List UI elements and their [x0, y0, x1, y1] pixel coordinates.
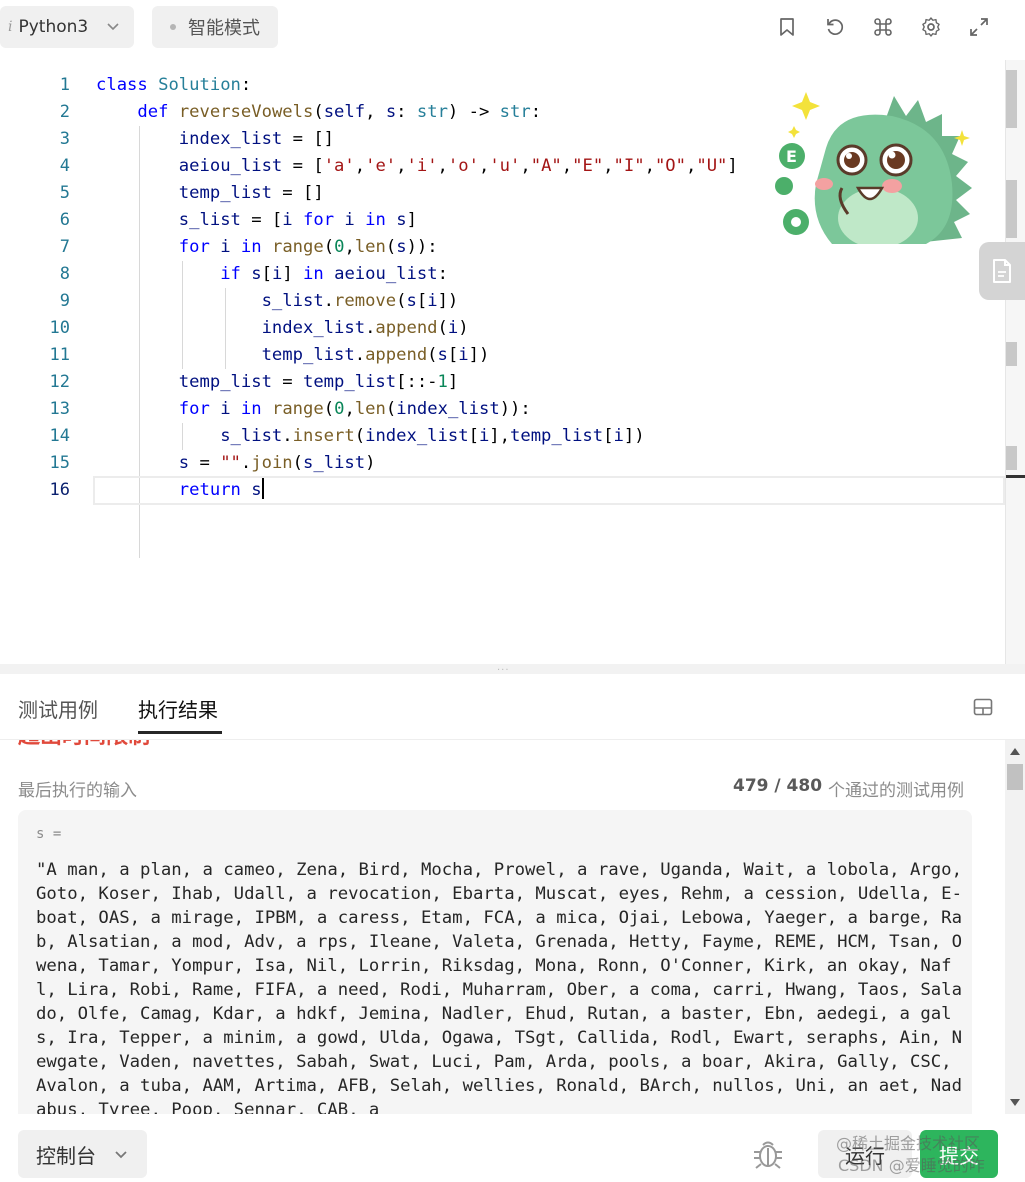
- line-number: 1: [59, 75, 70, 95]
- scrollbar-thumb[interactable]: [1007, 764, 1023, 790]
- notes-side-tab[interactable]: [979, 242, 1025, 300]
- line-number-gutter: 1 2 3 4 5 6 7 8 9 10 11 12 13 14 15 16: [0, 72, 70, 504]
- line-number: 15: [49, 453, 70, 473]
- active-tab-indicator: [138, 731, 222, 734]
- last-input-label: 最后执行的输入: [18, 781, 137, 801]
- line-number: 11: [49, 345, 70, 365]
- bookmark-icon[interactable]: [774, 14, 800, 40]
- status-title-clipped: 超出时间限制: [18, 740, 218, 748]
- overview-mark: [1006, 342, 1017, 366]
- result-content: 超出时间限制 最后执行的输入 479 / 480 个通过的测试用例 s = "A…: [0, 740, 1005, 1114]
- watermark-juejin: @稀土掘金技术社区: [836, 1134, 981, 1153]
- text-caret: [261, 477, 264, 499]
- code-line: temp_list.append(s[i]): [261, 345, 490, 365]
- settings-icon[interactable]: [918, 14, 944, 40]
- dinosaur-sticker-icon: E: [775, 92, 972, 244]
- line-number: 7: [59, 237, 70, 257]
- status-title: 超出时间限制: [18, 740, 218, 748]
- line-number: 13: [49, 399, 70, 419]
- console-button[interactable]: 控制台: [18, 1130, 147, 1178]
- passed-count: 479 / 480: [733, 776, 823, 796]
- line-number: 8: [59, 264, 70, 284]
- overview-mark: [1006, 446, 1017, 470]
- line-number: 12: [49, 372, 70, 392]
- line-number: 6: [59, 210, 70, 230]
- result-scrollbar[interactable]: [1005, 740, 1025, 1114]
- line-number: 16: [49, 480, 70, 500]
- reset-icon[interactable]: [822, 14, 848, 40]
- passed-label: 个通过的测试用例: [828, 781, 964, 801]
- language-select[interactable]: i Python3: [0, 6, 134, 48]
- code-line-active: return s: [93, 476, 1005, 505]
- chevron-down-icon: [115, 1151, 127, 1159]
- editor-toolbar: i Python3 智能模式: [0, 0, 1025, 56]
- code-line: for i in range(0,len(index_list)):: [178, 399, 531, 419]
- code-line: s = "".join(s_list): [178, 453, 376, 473]
- line-number: 4: [59, 156, 70, 176]
- layout-toggle-icon[interactable]: [973, 698, 993, 716]
- line-number: 9: [59, 291, 70, 311]
- scroll-up-icon[interactable]: [1010, 748, 1020, 755]
- line-number: 2: [59, 102, 70, 122]
- line-number: 14: [49, 426, 70, 446]
- overview-mark: [1006, 180, 1017, 238]
- overview-cursor-mark: [1006, 475, 1025, 478]
- mode-dot-icon: [170, 24, 176, 30]
- line-number: 3: [59, 129, 70, 149]
- panel-splitter[interactable]: [0, 664, 1025, 674]
- smart-mode-button[interactable]: 智能模式: [152, 6, 278, 48]
- code-line: s_list.remove(s[i]): [261, 291, 459, 311]
- code-line: temp_list = temp_list[::-1]: [178, 372, 459, 392]
- command-icon[interactable]: [870, 14, 896, 40]
- tab-run-result[interactable]: 执行结果: [138, 694, 218, 723]
- last-input-box: s = "A man, a plan, a cameo, Zena, Bird,…: [18, 810, 972, 1114]
- watermark-csdn: CSDN @爱睡觉的咋: [838, 1156, 985, 1175]
- line-number: 5: [59, 183, 70, 203]
- code-line: s_list.insert(index_list[i],temp_list[i]…: [220, 426, 645, 446]
- variable-label: s =: [36, 826, 62, 842]
- result-tabs: 测试用例 执行结果: [0, 674, 1025, 740]
- console-label: 控制台: [36, 1143, 96, 1168]
- chevron-down-icon: [107, 23, 119, 31]
- tab-testcases[interactable]: 测试用例: [18, 694, 98, 723]
- input-value: "A man, a plan, a cameo, Zena, Bird, Moc…: [36, 860, 962, 1114]
- code-line: index_list.append(i): [261, 318, 469, 338]
- language-info-icon: i: [8, 19, 13, 35]
- scroll-down-icon[interactable]: [1010, 1099, 1020, 1106]
- document-icon: [993, 259, 1011, 283]
- svg-text:E: E: [786, 147, 797, 166]
- smart-mode-label: 智能模式: [188, 18, 260, 39]
- language-label: Python3: [18, 17, 89, 37]
- debug-bug-icon[interactable]: [752, 1136, 784, 1170]
- line-number: 10: [49, 318, 70, 338]
- overview-mark: [1006, 70, 1017, 128]
- fullscreen-icon[interactable]: [966, 14, 992, 40]
- code-line: if s[i] in aeiou_list:: [220, 264, 448, 284]
